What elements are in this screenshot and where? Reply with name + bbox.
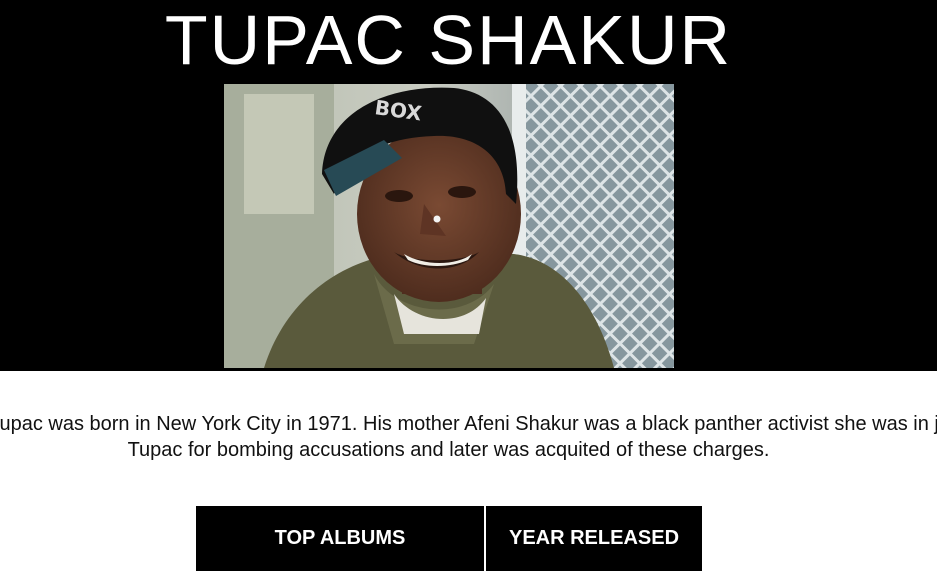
bio-text-line-1: Tupac was born in New York City in 1971.… bbox=[0, 413, 937, 435]
bio-section: Tupac was born in New York City in 1971.… bbox=[0, 410, 937, 470]
hero-banner: TUPAC SHAKUR BOX bbox=[0, 0, 937, 371]
bio-text-line-2: Tupac for bombing accusations and later … bbox=[127, 439, 770, 461]
portrait-photo: BOX bbox=[224, 84, 674, 368]
table-header-top-albums: TOP ALBUMS bbox=[196, 506, 486, 571]
page-title: TUPAC SHAKUR bbox=[164, 1, 733, 79]
table-header-year-released: YEAR RELEASED bbox=[486, 506, 702, 571]
albums-table: TOP ALBUMS YEAR RELEASED bbox=[196, 506, 702, 571]
